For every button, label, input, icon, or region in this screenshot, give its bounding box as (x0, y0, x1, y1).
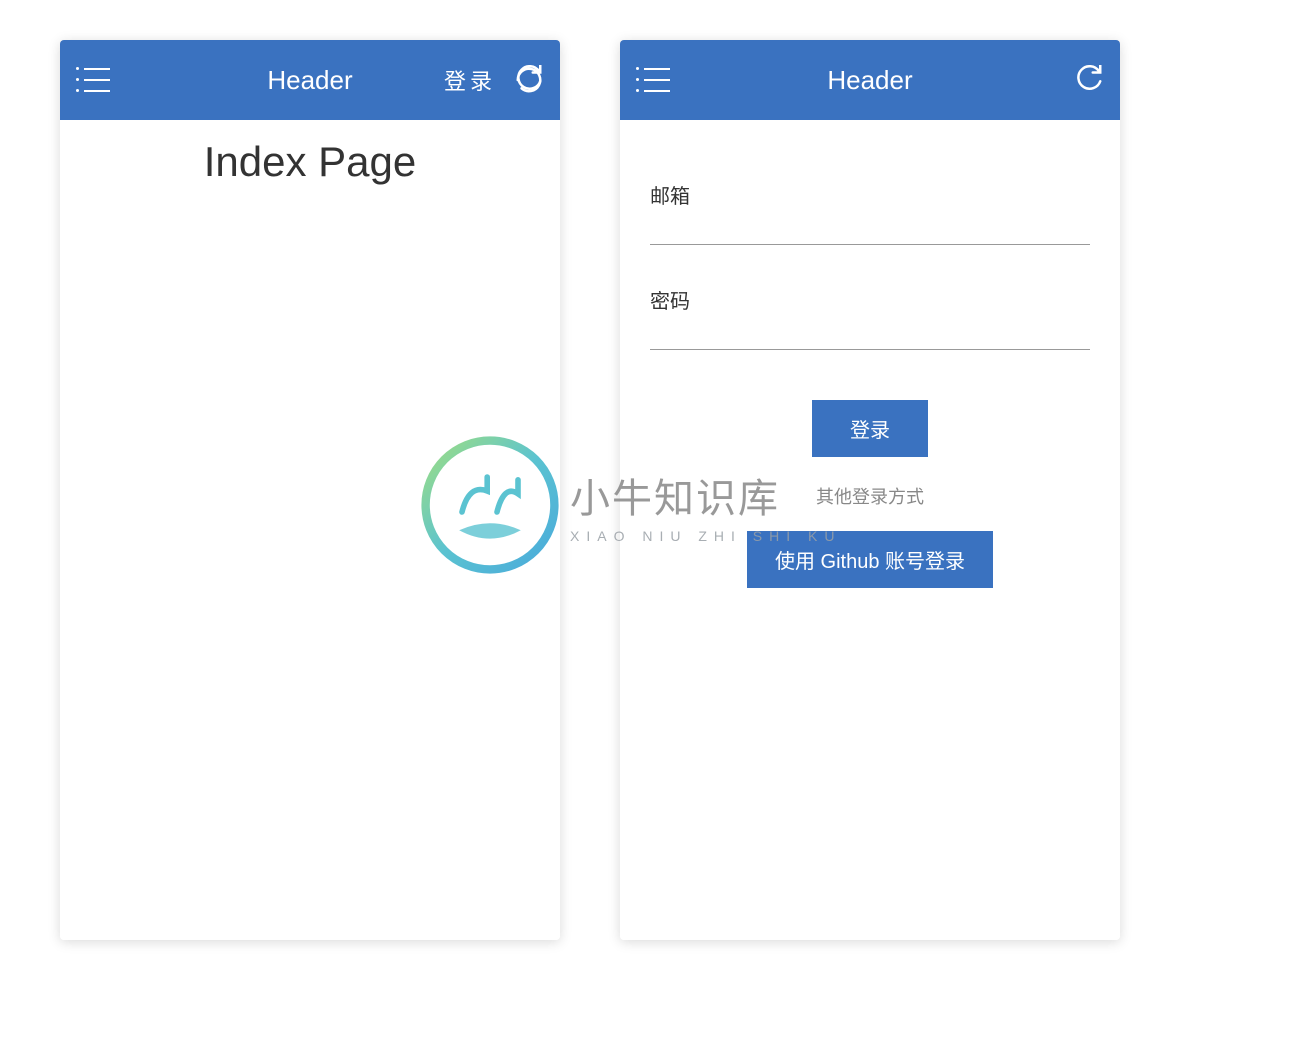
topbar-right: Header (620, 40, 1120, 120)
login-form: 邮箱 密码 登录 其他登录方式 使用 Github 账号登录 (620, 120, 1120, 588)
content-left: Index Page (60, 120, 560, 940)
login-link[interactable]: 登录 (444, 64, 496, 96)
field-email: 邮箱 (650, 180, 1090, 245)
refresh-icon[interactable] (514, 65, 544, 95)
page-title: Index Page (60, 138, 560, 186)
phone-frame-left: Header 登录 Index Page (60, 40, 560, 940)
github-login-button[interactable]: 使用 Github 账号登录 (747, 531, 993, 588)
other-login-text: 其他登录方式 (650, 483, 1090, 509)
login-button[interactable]: 登录 (812, 400, 928, 457)
refresh-icon[interactable] (1074, 65, 1104, 95)
header-title-left: Header (267, 65, 352, 96)
menu-icon[interactable] (76, 66, 110, 94)
header-title-right: Header (827, 65, 912, 96)
button-area: 登录 其他登录方式 使用 Github 账号登录 (650, 400, 1090, 588)
topbar-left: Header 登录 (60, 40, 560, 120)
content-right: 邮箱 密码 登录 其他登录方式 使用 Github 账号登录 (620, 120, 1120, 940)
password-label: 密码 (650, 285, 1090, 314)
menu-icon[interactable] (636, 66, 670, 94)
password-input[interactable] (650, 324, 1090, 350)
field-password: 密码 (650, 285, 1090, 350)
phone-frame-right: Header 邮箱 密码 (620, 40, 1120, 940)
email-input[interactable] (650, 219, 1090, 245)
email-label: 邮箱 (650, 180, 1090, 209)
